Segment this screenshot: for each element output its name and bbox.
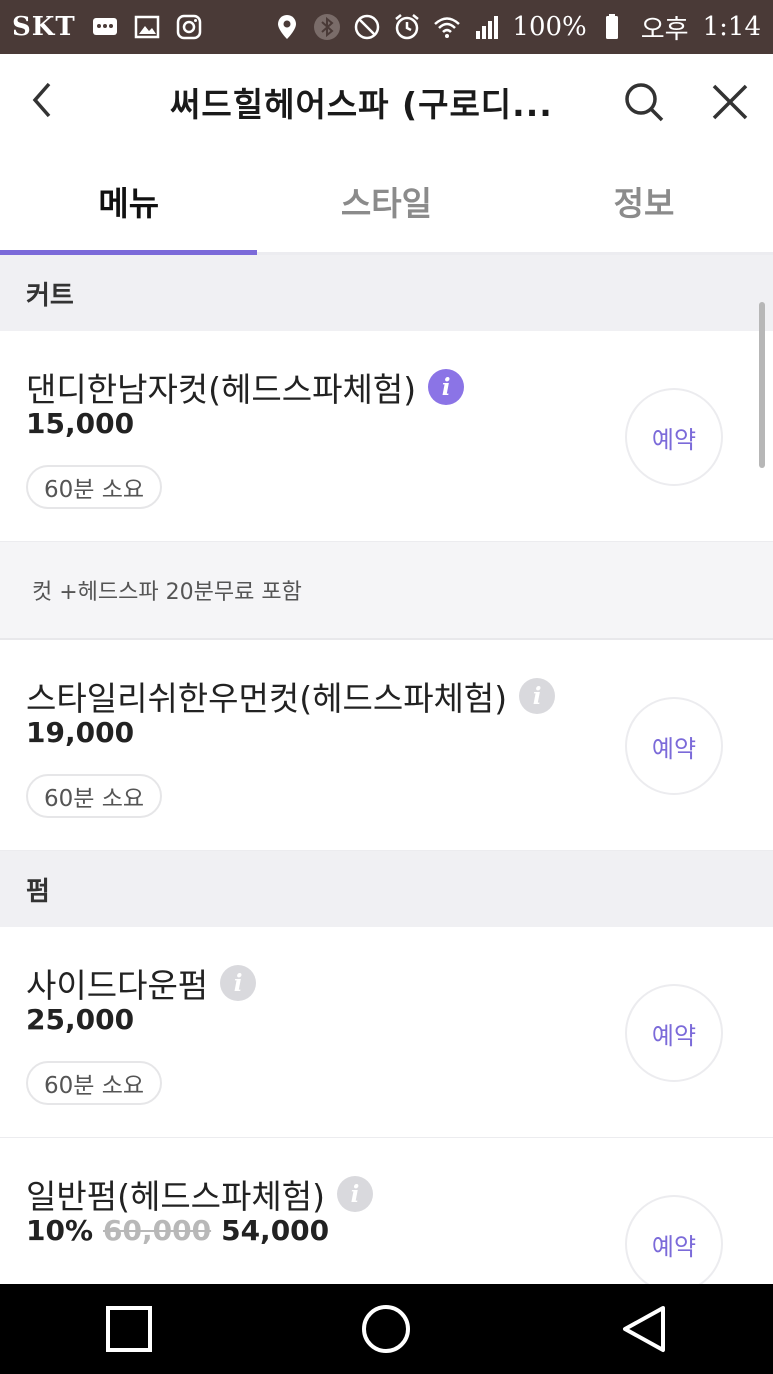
carrier-label: SKT (12, 12, 76, 42)
menu-item: 댄디한남자컷(헤드스파체험) i 15,000 60분 소요 예약 (0, 331, 773, 542)
duration-badge: 60분 소요 (26, 465, 163, 509)
page-title: 써드힐헤어스파 (구로디... (170, 85, 553, 124)
battery-percent: 100% (512, 12, 587, 42)
discount-rate: 10% (26, 1214, 94, 1247)
close-icon (712, 84, 748, 120)
square-icon (105, 1306, 152, 1352)
app-header: 써드힐헤어스파 (구로디... (0, 54, 773, 150)
search-button[interactable] (620, 78, 668, 126)
back-nav-button[interactable] (609, 1294, 679, 1364)
item-name: 스타일리쉬한우먼컷(헤드스파체험) (26, 679, 508, 718)
back-button[interactable] (20, 78, 64, 122)
battery-icon (597, 12, 627, 42)
clock-time: 1:14 (702, 12, 761, 42)
location-icon (272, 12, 302, 42)
item-note: 컷 +헤드스파 20분무료 포함 (0, 542, 773, 640)
section-header-perm: 펌 (0, 851, 773, 927)
price-value: 19,000 (26, 716, 135, 749)
price-value: 15,000 (26, 407, 135, 440)
system-nav-bar (0, 1284, 773, 1374)
menu-item: 스타일리쉬한우먼컷(헤드스파체험) i 19,000 60분 소요 예약 (0, 640, 773, 851)
wifi-icon (432, 12, 462, 42)
price-value: 54,000 (221, 1214, 330, 1247)
triangle-back-icon (623, 1306, 666, 1352)
duration-badge: 60분 소요 (26, 774, 163, 818)
do-not-disturb-icon (352, 12, 382, 42)
instagram-icon (174, 12, 204, 42)
signal-icon (472, 12, 502, 42)
reserve-button[interactable]: 예약 (625, 697, 723, 795)
item-name: 일반펌(헤드스파체험) (26, 1177, 325, 1216)
alarm-icon (392, 12, 422, 42)
item-price: 25,000 (26, 1003, 134, 1036)
recent-apps-button[interactable] (94, 1294, 164, 1364)
message-icon (90, 12, 120, 42)
menu-list[interactable]: 커트 댄디한남자컷(헤드스파체험) i 15,000 60분 소요 예약 컷 +… (0, 255, 773, 1284)
info-icon[interactable]: i (428, 369, 465, 405)
tab-style[interactable]: 스타일 (258, 150, 516, 252)
reserve-button[interactable]: 예약 (625, 388, 723, 486)
item-name: 사이드다운펌 (26, 966, 209, 1005)
item-price: 15,000 (26, 407, 134, 440)
clock-ampm: 오후 (640, 14, 689, 45)
section-header-cut: 커트 (0, 255, 773, 331)
duration-badge: 60분 소요 (26, 1061, 163, 1105)
reserve-button[interactable]: 예약 (625, 1195, 723, 1284)
bluetooth-icon (312, 12, 342, 42)
original-price: 60,000 (103, 1214, 212, 1247)
menu-item: 사이드다운펌 i 25,000 60분 소요 예약 (0, 927, 773, 1138)
item-price: 10% 60,000 54,000 (26, 1214, 329, 1247)
info-icon[interactable]: i (220, 965, 257, 1001)
menu-item: 일반펌(헤드스파체험) i 10% 60,000 54,000 예약 (0, 1138, 773, 1284)
tab-info[interactable]: 정보 (515, 150, 773, 252)
price-value: 25,000 (26, 1003, 135, 1036)
circle-icon (362, 1305, 411, 1353)
home-button[interactable] (351, 1294, 421, 1364)
gallery-icon (132, 12, 162, 42)
reserve-button[interactable]: 예약 (625, 984, 723, 1082)
item-name: 댄디한남자컷(헤드스파체험) (26, 370, 417, 409)
close-button[interactable] (706, 78, 754, 126)
status-bar: SKT 100% 오후 1:14 (0, 0, 773, 54)
info-icon[interactable]: i (519, 678, 556, 714)
scrollbar[interactable] (759, 302, 765, 468)
chevron-left-icon (32, 82, 51, 118)
search-icon (625, 83, 664, 122)
item-price: 19,000 (26, 716, 134, 749)
tab-menu[interactable]: 메뉴 (0, 150, 258, 255)
info-icon[interactable]: i (337, 1176, 373, 1212)
tab-bar: 메뉴 스타일 정보 (0, 150, 773, 255)
